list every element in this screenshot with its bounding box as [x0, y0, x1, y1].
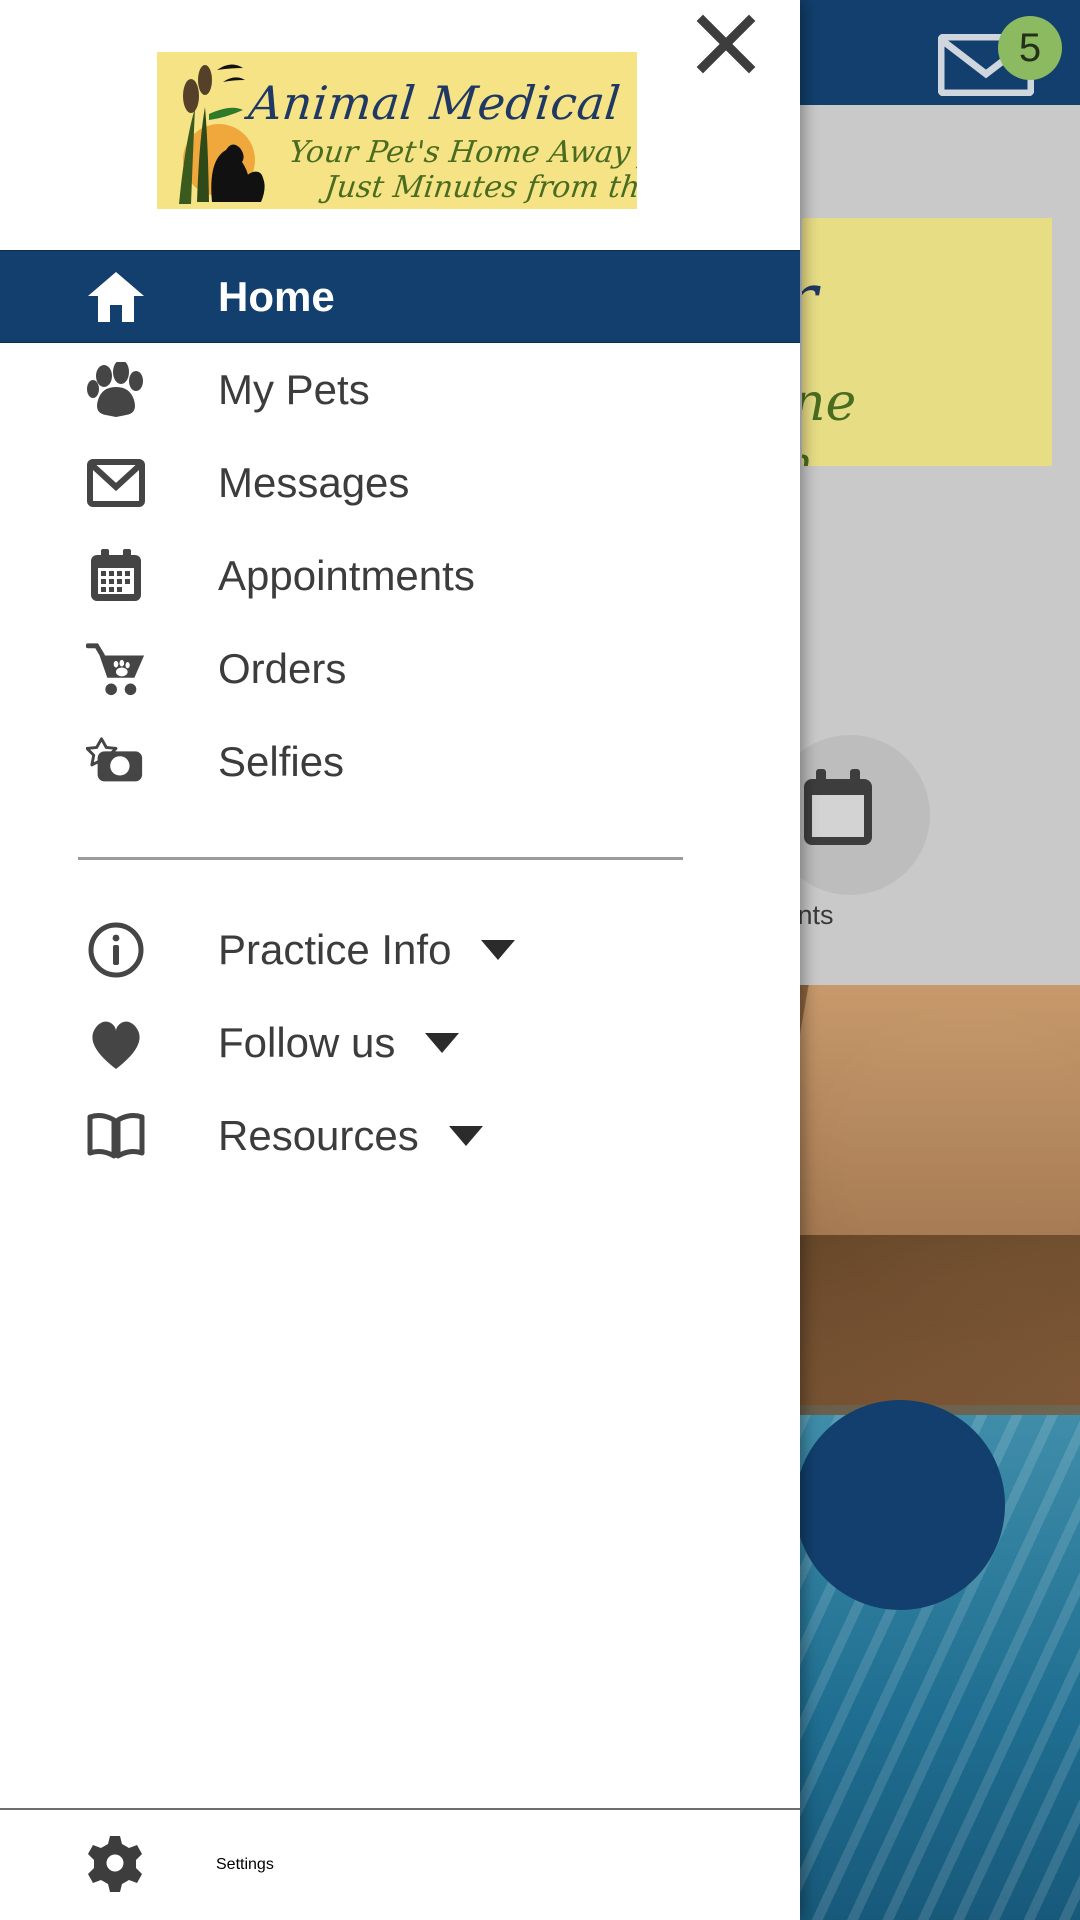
sidebar-item-orders[interactable]: Orders [0, 622, 800, 715]
gear-icon [86, 1834, 144, 1897]
unread-badge: 5 [998, 16, 1062, 80]
floating-action-button[interactable] [795, 1400, 1005, 1610]
banner-fragment-1: r [802, 257, 819, 341]
sidebar-item-follow-us[interactable]: Follow us [0, 996, 800, 1089]
book-open-icon [86, 1106, 146, 1166]
sidebar-item-label: Settings [216, 1856, 274, 1873]
sidebar-item-settings[interactable]: Settings [0, 1810, 800, 1920]
camera-star-icon [86, 732, 146, 792]
sidebar-item-my-pets[interactable]: My Pets [0, 343, 800, 436]
sidebar-item-label: Home [218, 272, 335, 320]
home-icon [86, 267, 146, 327]
practice-logo[interactable]: Animal Medical Center Your Pet's Home Aw… [157, 52, 637, 209]
drawer-menu: Home My Pets Messages Appointments Order… [0, 250, 800, 1808]
logo-title: Animal Medical Center [246, 76, 637, 130]
sidebar-item-label: My Pets [218, 365, 370, 413]
sidebar-item-label: Resources [218, 1111, 419, 1159]
close-drawer-button[interactable] [690, 8, 762, 80]
sidebar-item-selfies[interactable]: Selfies [0, 715, 800, 808]
chevron-down-icon[interactable] [425, 1032, 460, 1053]
logo-artwork-icon [179, 64, 265, 204]
logo-tagline-2: Just Minutes from the Beach [322, 170, 637, 205]
messages-button[interactable]: 5 [938, 16, 1062, 100]
sidebar-item-home[interactable]: Home [0, 250, 800, 343]
background-banner: r ne h [802, 218, 1052, 466]
close-icon [696, 14, 756, 74]
sidebar-item-label: Messages [218, 458, 410, 506]
info-circle-icon [86, 920, 146, 980]
sidebar-item-label: Orders [218, 644, 347, 692]
chevron-down-icon[interactable] [448, 1125, 483, 1146]
banner-fragment-3: h [802, 436, 814, 466]
sidebar-item-label: Selfies [218, 737, 345, 785]
sidebar-item-label: Follow us [218, 1018, 396, 1066]
sidebar-item-resources[interactable]: Resources [0, 1089, 800, 1182]
paw-icon [86, 360, 146, 420]
banner-fragment-2: ne [802, 373, 857, 433]
sidebar-item-messages[interactable]: Messages [0, 436, 800, 529]
envelope-icon [86, 453, 146, 513]
shopping-cart-paw-icon [86, 639, 146, 699]
chevron-down-icon[interactable] [481, 939, 516, 960]
sidebar-item-appointments[interactable]: Appointments [0, 529, 800, 622]
sidebar-item-label: Practice Info [218, 925, 452, 973]
heart-icon [86, 1013, 146, 1073]
logo-tagline-1: Your Pet's Home Away from Home [286, 135, 637, 170]
navigation-drawer: Animal Medical Center Your Pet's Home Aw… [0, 0, 800, 1920]
sidebar-item-practice-info[interactable]: Practice Info [0, 903, 800, 996]
calendar-icon [86, 546, 146, 606]
menu-divider [78, 857, 683, 860]
calendar-icon [804, 769, 872, 845]
sidebar-item-label: Appointments [218, 551, 475, 599]
